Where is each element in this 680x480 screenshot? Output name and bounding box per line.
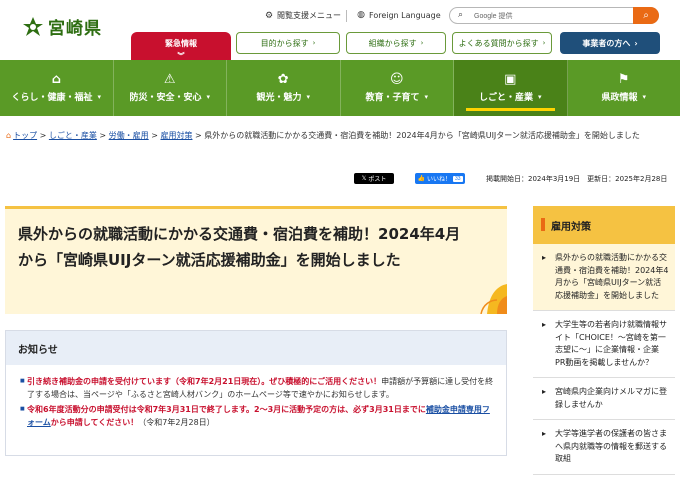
breadcrumb-link-employment[interactable]: 雇用対策 [160,131,192,140]
nav-item-safety[interactable]: ⚠ 防災・安全・安心 ▾ [114,60,227,116]
nav-item-education[interactable]: ☺ 教育・子育て ▾ [341,60,454,116]
palm-icon: ✿ [277,72,289,87]
accessibility-menu-link[interactable]: ⚙ 閲覧支援メニュー [264,10,341,21]
search-small-icon: ⌕ [458,10,464,20]
x-logo-icon: 𝕏 [361,176,367,182]
search-box: ⌕ ⌕ [449,7,659,24]
nav-item-government[interactable]: ⚑ 県政情報 ▾ [568,60,680,116]
search-input[interactable] [474,10,632,22]
chevron-down-icon: ▾ [424,92,429,101]
nav-item-living[interactable]: ⌂ くらし・健康・福祉 ▾ [0,60,114,116]
fire-icon: ⚠ [163,72,176,87]
nav-item-work[interactable]: ▣ しごと・産業 ▾ [454,60,568,116]
sidebar-item[interactable]: 宮崎県内企業向けメルマガに登録しませんか [533,378,675,420]
x-post-button[interactable]: 𝕏 ポスト [354,173,394,184]
sidebar-item[interactable]: 大学等進学者の保護者の皆さまへ県内就職等の情報を郵送する取組 [533,420,675,475]
facebook-like-button[interactable]: 👍 いいね！ 33 [415,173,465,184]
like-count: 33 [452,175,463,182]
search-button[interactable]: ⌕ [633,7,659,24]
chevron-right-icon: › [312,39,316,47]
breadcrumb-link-top[interactable]: トップ [13,131,37,140]
nav-item-tourism[interactable]: ✿ 観光・魅力 ▾ [227,60,341,116]
site-logo[interactable]: 宮崎県 [22,14,102,39]
search-icon: ⌕ [643,10,649,21]
breadcrumb-link-work[interactable]: しごと・産業 [49,131,97,140]
notice-heading: お知らせ [6,331,506,365]
chevron-right-icon: › [634,38,638,48]
page-title-box: 県外からの就職活動にかかる交通費・宿泊費を補助！2024年4月から「宮崎県UIJ… [5,206,507,314]
notice-item: 令和6年度活動分の申請受付は令和7年3月31日で終了します。2～3月に活動予定の… [20,403,496,429]
sidebar-item[interactable]: 県外からの就職活動にかかる交通費・宿泊費を補助！2024年4月から「宮崎県UIJ… [533,244,675,311]
chevron-right-icon: › [542,39,546,47]
sidebar-item[interactable]: 大学生等の若者向け就職情報サイト「CHOICE！～宮崎を第一志望に～」に企業情報… [533,311,675,378]
chevron-down-icon: ▾ [306,92,311,101]
for-business-button[interactable]: 事業者の方へ › [560,32,660,54]
logo-text: 宮崎県 [48,19,102,39]
flag-icon: ⚑ [617,72,630,87]
sidebar: 雇用対策 県外からの就職活動にかかる交通費・宿泊費を補助！2024年4月から「宮… [533,206,675,475]
breadcrumb-current: 県外からの就職活動にかかる交通費・宿泊費を補助！2024年4月から「宮崎県UIJ… [204,131,640,140]
house-icon: ⌂ [51,72,61,87]
publish-dates: 掲載開始日：2024年3月19日 更新日：2025年2月28日 [486,175,668,183]
emergency-info-tab[interactable]: 緊急情報 ︾ [131,32,231,60]
chevron-down-icon: ▾ [97,92,102,101]
chevron-down-icon: ▾ [206,92,211,101]
notice-box: お知らせ 引き続き補助金の申請を受付けています（令和7年2月21日現在）。ぜひ積… [5,330,507,456]
search-by-organization-button[interactable]: 組織から探す › [346,32,446,54]
gear-icon: ⚙ [264,10,274,21]
divider [346,10,347,22]
faq-search-button[interactable]: よくある質問から探す › [452,32,552,54]
global-nav: ⌂ くらし・健康・福祉 ▾ ⚠ 防災・安全・安心 ▾ ✿ 観光・魅力 ▾ ☺ 教育・子… [0,60,680,116]
stroller-icon: ☺ [389,72,404,87]
thumbs-up-icon: 👍 [417,176,425,182]
globe-icon: ◍ [357,10,365,20]
page-title: 県外からの就職活動にかかる交通費・宿泊費を補助！2024年4月から「宮崎県UIJ… [18,225,461,269]
home-icon: ⌂ [6,131,12,140]
sidebar-heading: 雇用対策 [533,206,675,244]
chevron-right-icon: › [420,39,424,47]
search-by-purpose-button[interactable]: 目的から探す › [236,32,340,54]
breadcrumb: ⌂ トップ > しごと・産業 > 労働・雇用 > 雇用対策 > 県外からの就職活動… [6,131,640,140]
prefecture-emblem-icon [23,16,43,36]
foreign-language-link[interactable]: ◍ Foreign Language [356,10,441,20]
wave-decoration-icon [480,284,507,314]
breadcrumb-link-labor[interactable]: 労働・雇用 [109,131,149,140]
chevron-down-icon: ▾ [538,92,542,101]
notice-item: 引き続き補助金の申請を受付けています（令和7年2月21日現在）。ぜひ積極的にご活… [20,375,496,401]
chevron-down-icon: ▾ [642,92,647,101]
briefcase-icon: ▣ [504,72,517,87]
